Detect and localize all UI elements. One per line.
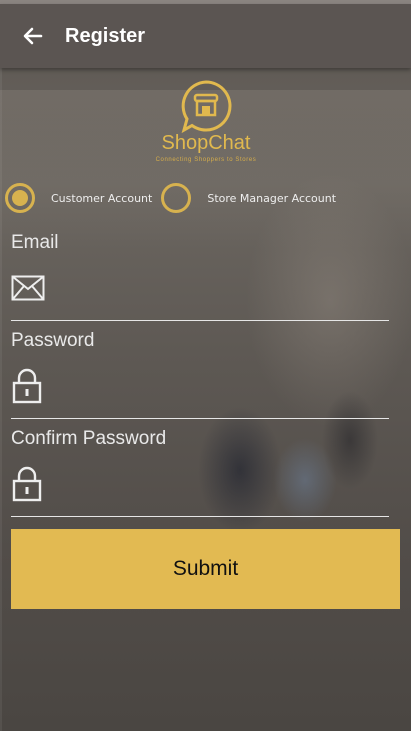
envelope-icon [11, 275, 45, 301]
password-underline [11, 418, 389, 419]
password-label: Password [11, 330, 95, 351]
store-manager-account-radio[interactable]: Store Manager Account [161, 183, 336, 213]
brand-name: ShopChat [161, 132, 251, 154]
arrow-left-icon[interactable] [21, 24, 45, 48]
password-field[interactable] [55, 370, 389, 406]
radio-selected-icon[interactable] [5, 183, 35, 213]
confirm-password-field-group: Confirm Password [11, 428, 389, 518]
lock-icon [12, 368, 42, 404]
email-label: Email [11, 232, 59, 253]
confirm-password-field[interactable] [55, 468, 389, 504]
confirm-password-underline [11, 516, 389, 517]
store-chat-icon [181, 80, 232, 134]
submit-button[interactable]: Submit [11, 529, 400, 609]
customer-account-label: Customer Account [51, 191, 153, 205]
store-manager-account-label: Store Manager Account [207, 191, 337, 205]
email-underline [11, 320, 389, 321]
customer-account-radio[interactable]: Customer Account [5, 183, 152, 213]
shopchat-logo: ShopChat Connecting Shoppers to Stores [145, 78, 267, 174]
brand-tagline: Connecting Shoppers to Stores [155, 157, 257, 163]
email-field[interactable] [55, 272, 389, 308]
confirm-password-label: Confirm Password [11, 428, 167, 449]
account-type-group: Customer Account Store Manager Account [5, 183, 336, 213]
page-title: Register [65, 24, 146, 47]
app-bar: Register [0, 4, 411, 68]
radio-unselected-icon[interactable] [161, 183, 192, 213]
password-field-group: Password [11, 330, 389, 420]
email-field-group: Email [11, 232, 389, 322]
lock-icon [12, 466, 42, 502]
